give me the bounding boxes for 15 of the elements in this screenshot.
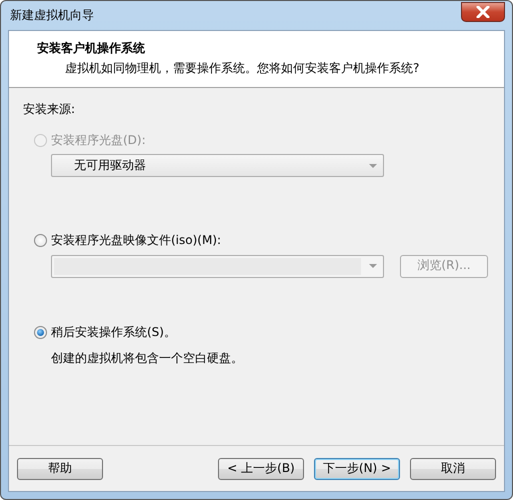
wizard-button[interactable]: < 上一步(B) bbox=[218, 458, 304, 480]
description-text: 创建的虚拟机将包含一个空白硬盘。 bbox=[51, 351, 244, 367]
close-button[interactable] bbox=[461, 2, 505, 22]
page-title: 安装客户机操作系统 bbox=[37, 41, 146, 57]
radio-button[interactable] bbox=[34, 326, 47, 340]
radio-button[interactable] bbox=[34, 234, 47, 248]
radio-label[interactable]: 稍后安装操作系统(S)。 bbox=[51, 324, 176, 340]
close-icon[interactable] bbox=[476, 6, 490, 18]
wizard-button[interactable]: 取消 bbox=[410, 458, 496, 480]
source-label: 安装来源: bbox=[23, 102, 76, 118]
page-subtitle: 虚拟机如同物理机，需要操作系统。您将如何安装客户机操作系统? bbox=[64, 60, 420, 76]
window-title: 新建虚拟机向导 bbox=[9, 8, 94, 24]
wizard-button[interactable]: 帮助 bbox=[17, 458, 103, 480]
radio-label[interactable]: 安装程序光盘映像文件(iso)(M): bbox=[51, 233, 222, 249]
wizard-button[interactable]: 下一步(N) > bbox=[314, 458, 400, 480]
